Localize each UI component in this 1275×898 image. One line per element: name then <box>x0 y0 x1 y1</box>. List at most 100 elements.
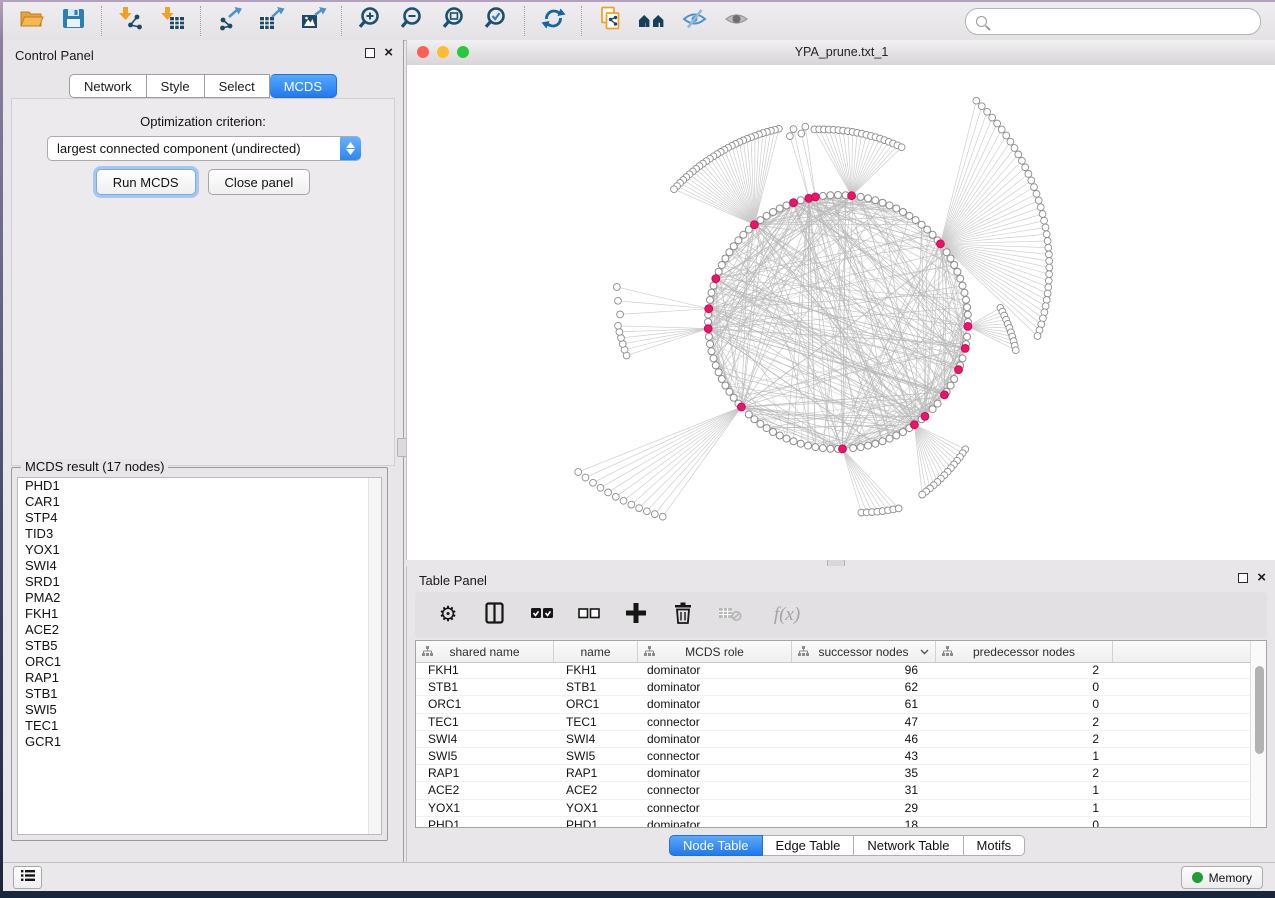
leaf-node[interactable] <box>617 311 624 318</box>
criterion-dropdown[interactable]: largest connected component (undirected) <box>47 136 361 161</box>
table-scrollbar[interactable] <box>1250 641 1266 827</box>
cell[interactable]: ORC1 <box>416 696 554 712</box>
ring-node[interactable] <box>906 212 913 219</box>
column-header-shared-name[interactable]: shared name <box>416 641 554 662</box>
table-row[interactable]: YOX1YOX1connector291 <box>416 800 1251 817</box>
leaf-node[interactable] <box>582 474 589 481</box>
ring-node[interactable] <box>857 444 864 451</box>
leaf-node[interactable] <box>1028 177 1035 184</box>
table-row[interactable]: TEC1TEC1connector472 <box>416 714 1251 731</box>
cell[interactable]: FKH1 <box>554 662 638 678</box>
leaf-node[interactable] <box>919 491 926 498</box>
leaf-node[interactable] <box>978 103 985 110</box>
leaf-node[interactable] <box>984 108 991 115</box>
close-panel-icon[interactable]: × <box>384 48 393 58</box>
mcds-result-list[interactable]: PHD1CAR1STP4TID3YOX1SWI4SRD1PMA2FKH1ACE2… <box>17 477 382 835</box>
column-header-name[interactable]: name <box>554 641 638 662</box>
mcds-hub-node[interactable] <box>937 240 945 248</box>
mcds-node-item[interactable]: STB5 <box>18 638 381 654</box>
mcds-node-item[interactable]: ORC1 <box>18 654 381 670</box>
ring-node[interactable] <box>872 440 879 447</box>
ring-node[interactable] <box>763 212 770 219</box>
mcds-hub-node[interactable] <box>751 221 759 229</box>
ring-node[interactable] <box>850 445 857 452</box>
mcds-hub-node[interactable] <box>941 391 949 399</box>
apply-layout-button[interactable] <box>539 7 567 35</box>
cell[interactable]: 31 <box>792 782 936 798</box>
leaf-node[interactable] <box>1044 290 1051 297</box>
cell[interactable]: 46 <box>792 731 936 747</box>
table-row[interactable]: PHD1PHD1dominator180 <box>416 817 1251 827</box>
ring-node[interactable] <box>730 243 737 250</box>
ring-node[interactable] <box>879 438 886 445</box>
leaf-node[interactable] <box>575 469 582 476</box>
mcds-node-item[interactable]: CAR1 <box>18 494 381 510</box>
ring-node[interactable] <box>929 406 936 413</box>
ring-node[interactable] <box>886 435 893 442</box>
network-graph[interactable] <box>407 65 1275 559</box>
show-column-button[interactable] <box>482 602 508 628</box>
ring-node[interactable] <box>726 249 733 256</box>
leaf-node[interactable] <box>671 186 678 193</box>
cell[interactable]: 0 <box>936 817 1113 827</box>
memory-button[interactable]: Memory <box>1181 866 1263 889</box>
leaf-node[interactable] <box>1033 190 1040 197</box>
table-row[interactable]: SWI4SWI4dominator462 <box>416 731 1251 748</box>
leaf-node[interactable] <box>898 144 905 151</box>
leaf-node[interactable] <box>1046 271 1053 278</box>
column-header-successor-nodes[interactable]: successor nodes <box>792 641 936 662</box>
mcds-node-item[interactable]: FKH1 <box>18 606 381 622</box>
ring-node[interactable] <box>951 376 958 383</box>
select-all-columns-button[interactable] <box>529 602 555 628</box>
cell[interactable]: PHD1 <box>554 817 638 827</box>
ring-node[interactable] <box>805 442 812 449</box>
mcds-hub-node[interactable] <box>712 275 720 283</box>
mcds-node-item[interactable]: RAP1 <box>18 670 381 686</box>
ring-node[interactable] <box>708 348 715 355</box>
ring-node[interactable] <box>812 444 819 451</box>
cell[interactable]: connector <box>638 714 792 730</box>
cell[interactable]: 47 <box>792 714 936 730</box>
export-table-button[interactable] <box>257 7 285 35</box>
leaf-node[interactable] <box>620 497 627 504</box>
hide-selected-button[interactable] <box>680 7 708 35</box>
cell[interactable]: 35 <box>792 765 936 781</box>
leaf-node[interactable] <box>1034 333 1041 340</box>
cell[interactable]: dominator <box>638 679 792 695</box>
cell[interactable]: SWI4 <box>416 731 554 747</box>
ring-node[interactable] <box>770 209 777 216</box>
cell[interactable]: TEC1 <box>554 714 638 730</box>
leaf-node[interactable] <box>1046 258 1053 265</box>
ring-node[interactable] <box>964 333 971 340</box>
save-session-button[interactable] <box>59 7 87 35</box>
mcds-hub-node[interactable] <box>705 305 713 313</box>
float-panel-icon[interactable] <box>365 48 375 58</box>
leaf-node[interactable] <box>1042 303 1049 310</box>
leaf-node[interactable] <box>994 120 1001 127</box>
ring-node[interactable] <box>893 205 900 212</box>
mcds-node-item[interactable]: STB1 <box>18 686 381 702</box>
leaf-node[interactable] <box>1044 238 1051 245</box>
table-row[interactable]: SWI5SWI5connector431 <box>416 748 1251 765</box>
cell[interactable]: RAP1 <box>554 765 638 781</box>
ring-node[interactable] <box>865 195 872 202</box>
cell[interactable]: 2 <box>936 662 1113 678</box>
show-all-button[interactable] <box>722 7 750 35</box>
leaf-node[interactable] <box>998 126 1005 133</box>
mcds-node-item[interactable]: TID3 <box>18 526 381 542</box>
ring-node[interactable] <box>718 262 725 269</box>
ring-node[interactable] <box>715 268 722 275</box>
leaf-node[interactable] <box>644 508 651 515</box>
ring-node[interactable] <box>722 382 729 389</box>
ring-node[interactable] <box>776 432 783 439</box>
cell[interactable]: 96 <box>792 662 936 678</box>
cell[interactable]: YOX1 <box>416 800 554 816</box>
export-image-button[interactable] <box>299 7 327 35</box>
list-scrollbar[interactable] <box>368 478 381 834</box>
tab-select[interactable]: Select <box>205 74 270 98</box>
ring-node[interactable] <box>893 432 900 439</box>
table-settings-button[interactable]: ⚙ <box>435 602 461 628</box>
duplicate-network-button[interactable] <box>596 7 624 35</box>
cell[interactable]: TEC1 <box>416 714 554 730</box>
leaf-node[interactable] <box>1035 197 1042 204</box>
